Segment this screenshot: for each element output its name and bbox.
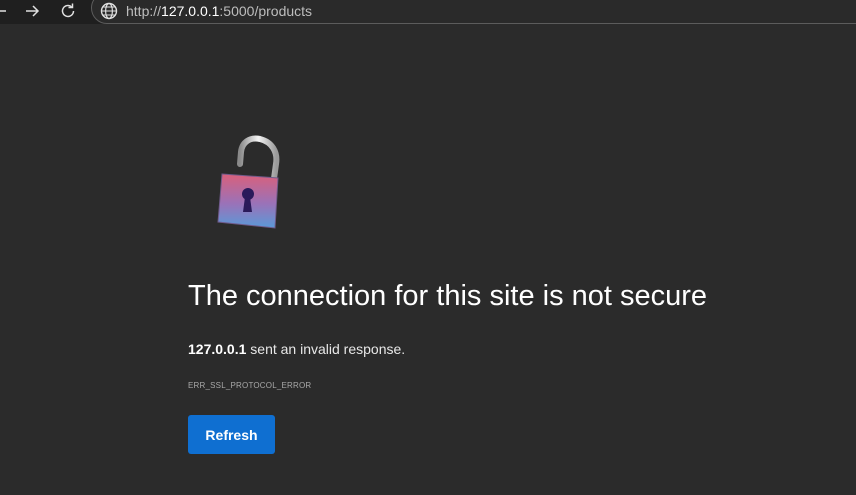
page-title: The connection for this site is not secu… xyxy=(188,280,708,312)
reload-button[interactable] xyxy=(56,0,80,22)
globe-icon xyxy=(100,2,118,20)
url-scheme: http:// xyxy=(126,3,162,19)
error-host: 127.0.0.1 xyxy=(188,341,247,357)
url-path: :5000/products xyxy=(219,3,313,19)
error-message: 127.0.0.1 sent an invalid response. xyxy=(188,339,405,359)
forward-arrow-icon xyxy=(26,5,40,17)
back-button[interactable] xyxy=(0,0,12,22)
reload-icon xyxy=(61,3,75,18)
error-message-text: sent an invalid response. xyxy=(246,341,406,357)
url-text[interactable]: http://127.0.0.1:5000/products xyxy=(126,2,312,20)
open-padlock-icon xyxy=(217,135,280,229)
refresh-button[interactable]: Refresh xyxy=(188,415,275,454)
back-arrow-icon xyxy=(0,10,6,12)
forward-button[interactable] xyxy=(20,0,44,22)
error-code: ERR_SSL_PROTOCOL_ERROR xyxy=(188,381,312,390)
url-host: 127.0.0.1 xyxy=(161,3,220,19)
browser-toolbar: http://127.0.0.1:5000/products xyxy=(0,0,856,24)
